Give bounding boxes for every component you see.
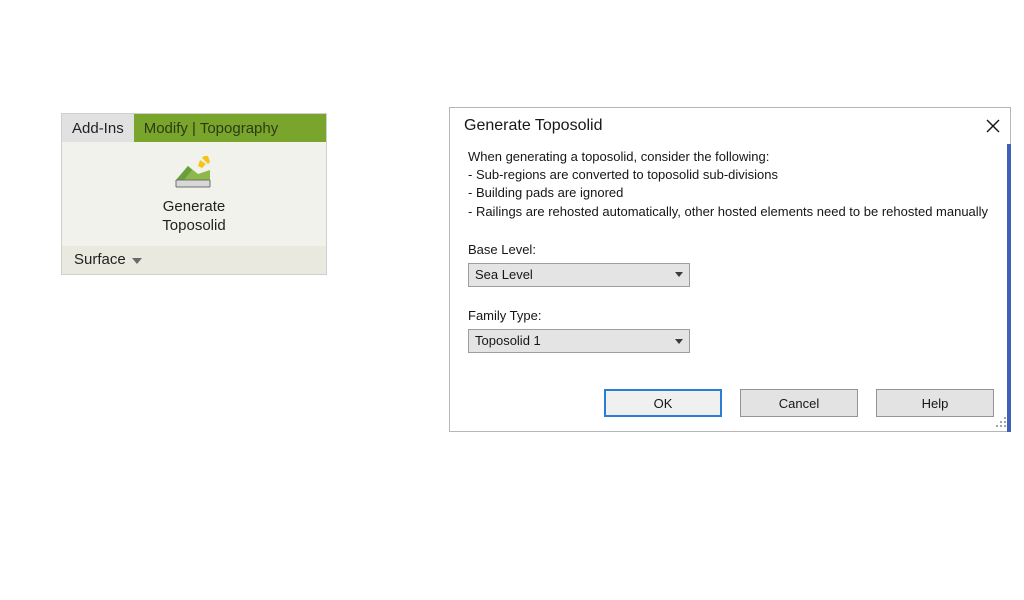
tab-modify-topography[interactable]: Modify | Topography [134, 114, 326, 142]
base-level-dropdown[interactable]: Sea Level [468, 263, 690, 287]
dialog-title: Generate Toposolid [464, 117, 602, 135]
dialog-right-accent [1007, 144, 1011, 432]
tab-add-ins[interactable]: Add-Ins [62, 114, 134, 142]
chevron-down-icon [669, 330, 689, 352]
close-icon[interactable] [986, 119, 1000, 133]
info-bullet: - Sub-regions are converted to toposolid… [468, 166, 992, 184]
generate-toposolid-dialog: Generate Toposolid When generating a top… [449, 107, 1011, 432]
dialog-button-row: OK Cancel Help [450, 359, 1010, 431]
chevron-down-icon [669, 264, 689, 286]
info-bullet: - Railings are rehosted automatically, o… [468, 203, 992, 221]
ribbon-panel-dropdown[interactable]: Surface [62, 246, 326, 274]
info-bullet: - Building pads are ignored [468, 184, 992, 202]
tab-label: Add-Ins [72, 120, 124, 137]
ribbon-body: Generate Toposolid Surface [62, 142, 326, 274]
family-type-value: Toposolid 1 [469, 332, 669, 350]
cancel-button[interactable]: Cancel [740, 389, 858, 417]
ribbon-tabbar: Add-Ins Modify | Topography [62, 114, 326, 142]
button-label: Cancel [779, 396, 819, 411]
ok-button[interactable]: OK [604, 389, 722, 417]
dialog-titlebar: Generate Toposolid [450, 108, 1010, 144]
button-label: Help [922, 396, 949, 411]
toposolid-icon [172, 156, 216, 192]
resize-grip-icon[interactable] [994, 415, 1008, 429]
dialog-body: When generating a toposolid, consider th… [450, 144, 1010, 359]
button-label: OK [654, 396, 673, 411]
base-level-value: Sea Level [469, 266, 669, 284]
generate-toposolid-button[interactable]: Generate Toposolid [151, 156, 237, 236]
tool-label-line2: Toposolid [162, 217, 225, 236]
family-type-label: Family Type: [468, 307, 992, 325]
info-heading: When generating a toposolid, consider th… [468, 148, 992, 166]
tab-label: Modify | Topography [144, 120, 279, 137]
help-button[interactable]: Help [876, 389, 994, 417]
tool-label-line1: Generate [163, 198, 226, 217]
ribbon-panel: Add-Ins Modify | Topography Gen [61, 113, 327, 275]
family-type-dropdown[interactable]: Toposolid 1 [468, 329, 690, 353]
base-level-label: Base Level: [468, 241, 992, 259]
panel-label-text: Surface [74, 246, 126, 274]
chevron-down-icon [132, 258, 142, 264]
